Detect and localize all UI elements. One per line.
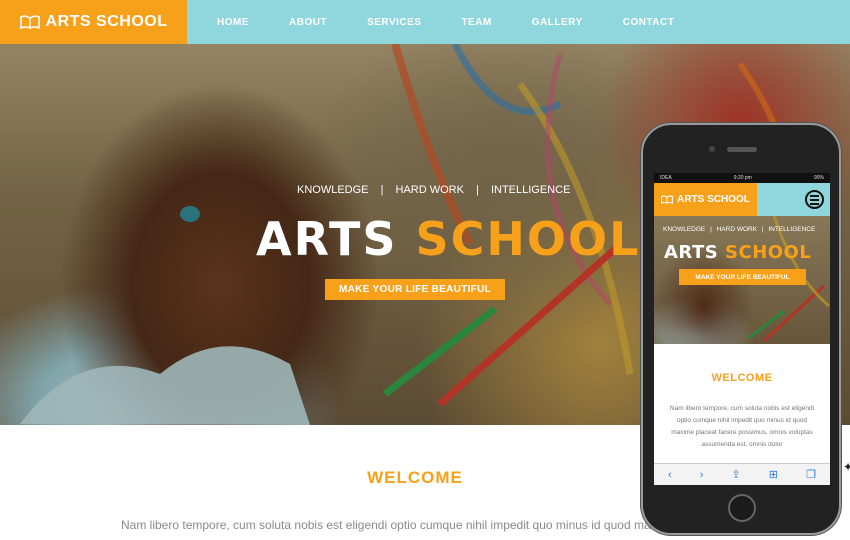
book-icon xyxy=(19,15,40,29)
top-navbar: ARTS SCHOOL HOME ABOUT SERVICES TEAM GAL… xyxy=(0,0,850,44)
nav-item-contact[interactable]: CONTACT xyxy=(623,17,675,28)
mobile-hero-tagline: KNOWLEDGE | HARD WORK | INTELLIGENCE xyxy=(663,226,815,233)
hamburger-menu-icon[interactable] xyxy=(805,190,824,209)
mobile-tag-separator: | xyxy=(761,226,764,233)
mobile-logo-part2: SCHOOL xyxy=(707,194,750,205)
logo-text-part2: SCHOOL xyxy=(96,13,168,30)
edge-sparkle-icon: ✦ xyxy=(843,460,850,474)
status-time: 9:20 pm xyxy=(733,175,752,181)
mobile-header: ARTS SCHOOL xyxy=(654,183,830,216)
logo-text: ARTS SCHOOL xyxy=(46,13,168,31)
welcome-text: Nam libero tempore, cum soluta nobis est… xyxy=(121,518,660,532)
nav-item-about[interactable]: ABOUT xyxy=(289,17,327,28)
phone-mockup: IDEA 9:20 pm 90% ARTS SCHOOL KNOWLEDGE |… xyxy=(641,123,841,535)
hero-tag-intelligence: INTELLIGENCE xyxy=(490,184,571,196)
phone-speaker xyxy=(727,147,757,152)
mobile-title-part1: ARTS xyxy=(664,242,719,263)
mobile-hero-cta-button[interactable]: MAKE YOUR LIFE BEAUTIFUL xyxy=(679,269,806,285)
back-arrow-icon[interactable]: ‹ xyxy=(668,469,672,481)
status-battery: 90% xyxy=(813,175,824,181)
nav-item-gallery[interactable]: GALLERY xyxy=(532,17,583,28)
mobile-welcome-text: Nam libero tempore, cum soluta nobis est… xyxy=(669,405,815,448)
phone-home-button[interactable] xyxy=(728,494,756,522)
mobile-tag-separator: | xyxy=(710,226,712,233)
share-icon[interactable]: ⇪ xyxy=(732,468,741,481)
hero-tag-knowledge: KNOWLEDGE xyxy=(297,184,369,196)
book-icon xyxy=(661,195,674,204)
hero-tag-separator: | xyxy=(380,184,384,196)
main-nav: HOME ABOUT SERVICES TEAM GALLERY CONTACT xyxy=(204,0,701,44)
hero-tag-separator: | xyxy=(476,184,479,196)
mobile-logo-part1: ARTS xyxy=(677,194,705,205)
mobile-hero-title: ARTS SCHOOL xyxy=(664,242,811,263)
forward-arrow-icon[interactable]: › xyxy=(700,469,704,481)
nav-item-services[interactable]: SERVICES xyxy=(367,17,421,28)
site-logo[interactable]: ARTS SCHOOL xyxy=(0,0,187,44)
phone-status-bar: IDEA 9:20 pm 90% xyxy=(654,173,830,183)
hero-cta-button[interactable]: MAKE YOUR LIFE BEAUTIFUL xyxy=(325,279,505,300)
hero-title-part1: ARTS xyxy=(256,212,398,266)
mobile-logo-text: ARTS SCHOOL xyxy=(677,194,750,205)
hero-title-part2: SCHOOL xyxy=(415,212,641,266)
tabs-icon[interactable]: ❐ xyxy=(806,468,816,481)
status-carrier: IDEA xyxy=(660,175,672,181)
hero-tag-hard-work: HARD WORK xyxy=(395,184,464,196)
nav-item-home[interactable]: HOME xyxy=(217,17,249,28)
mobile-tag-intelligence: INTELLIGENCE xyxy=(768,226,816,233)
logo-text-part1: ARTS xyxy=(45,13,92,30)
mobile-tag-hard-work: HARD WORK xyxy=(716,226,758,233)
mobile-welcome-heading: WELCOME xyxy=(711,372,773,384)
phone-camera-icon xyxy=(709,146,715,152)
page: ARTS SCHOOL HOME ABOUT SERVICES TEAM GAL… xyxy=(0,0,850,540)
hero-tagline: KNOWLEDGE | HARD WORK | INTELLIGENCE xyxy=(297,184,570,196)
phone-screen: IDEA 9:20 pm 90% ARTS SCHOOL KNOWLEDGE |… xyxy=(654,173,830,485)
nav-item-team[interactable]: TEAM xyxy=(461,17,491,28)
mobile-tag-knowledge: KNOWLEDGE xyxy=(663,226,706,233)
bookmarks-icon[interactable]: ⊞ xyxy=(769,468,778,481)
hero-title: ARTS SCHOOL xyxy=(256,212,640,266)
mobile-title-part2: SCHOOL xyxy=(725,242,812,263)
welcome-heading: WELCOME xyxy=(367,468,463,487)
mobile-hero: KNOWLEDGE | HARD WORK | INTELLIGENCE ART… xyxy=(654,216,830,344)
browser-toolbar: ‹ › ⇪ ⊞ ❐ xyxy=(654,463,830,485)
mobile-logo[interactable]: ARTS SCHOOL xyxy=(654,183,757,216)
